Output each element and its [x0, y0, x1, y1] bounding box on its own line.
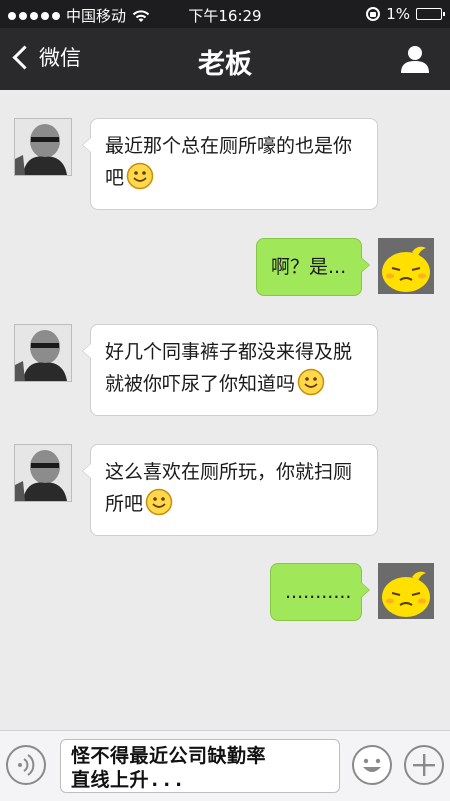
smile-emoji-icon: [145, 488, 173, 516]
message-bubble-boss[interactable]: 这么喜欢在厕所玩，你就扫厕 所吧: [82, 444, 378, 536]
message-text-line: 好几个同事裤子都没来得及脱: [105, 341, 353, 363]
yellow-blob-avatar-icon: [378, 563, 434, 619]
voice-input-button[interactable]: [6, 745, 46, 785]
status-right: 1%: [366, 5, 445, 23]
smile-emoji-icon: [126, 162, 154, 190]
boss-avatar[interactable]: [14, 444, 72, 502]
chat-title: 老板: [198, 49, 252, 80]
rotation-lock-icon: [366, 7, 381, 21]
plus-icon: [413, 754, 435, 776]
boss-face-icon: [15, 445, 71, 501]
message-text: 啊？是...: [271, 256, 347, 278]
message-input-line: 怪不得最近公司缺勤率: [71, 745, 267, 767]
message-bubble-boss[interactable]: 最近那个总在厕所嚎的也是你 吧: [82, 118, 378, 210]
message-bubble-me[interactable]: 啊？是...: [256, 238, 370, 296]
message-bubble-me[interactable]: ...........: [270, 563, 370, 621]
boss-face-icon: [15, 119, 71, 175]
emoji-button[interactable]: [352, 745, 392, 785]
yellow-blob-avatar-icon: [378, 238, 434, 294]
message-text-line: 这么喜欢在厕所玩，你就扫厕: [105, 461, 353, 483]
message-text: ...........: [285, 581, 352, 603]
my-avatar[interactable]: [378, 563, 434, 619]
my-avatar[interactable]: [378, 238, 434, 294]
battery-icon: [416, 8, 445, 20]
battery-percent: 1%: [386, 5, 410, 23]
chat-header: 微信 老板: [0, 28, 450, 90]
message-text-line: 就被你吓尿了你知道吗: [105, 368, 363, 400]
message-input[interactable]: 怪不得最近公司缺勤率 直线上升...: [60, 739, 340, 793]
message-text-line: 最近那个总在厕所嚎的也是你: [105, 135, 353, 157]
smiley-icon: [363, 758, 381, 772]
person-icon[interactable]: [400, 45, 430, 73]
message-input-line: 直线上升...: [71, 769, 185, 791]
message-text-line: 吧: [105, 162, 363, 194]
message-bubble-boss[interactable]: 好几个同事裤子都没来得及脱 就被你吓尿了你知道吗: [82, 324, 378, 416]
boss-avatar[interactable]: [14, 118, 72, 176]
smile-emoji-icon: [297, 368, 325, 396]
input-bar: 怪不得最近公司缺勤率 直线上升...: [0, 730, 450, 801]
status-bar: 中国移动 下午16:29 1%: [0, 0, 450, 28]
more-button[interactable]: [404, 745, 444, 785]
boss-face-icon: [15, 325, 71, 381]
voice-icon: [18, 754, 35, 776]
boss-avatar[interactable]: [14, 324, 72, 382]
message-text-line: 所吧: [105, 488, 363, 520]
